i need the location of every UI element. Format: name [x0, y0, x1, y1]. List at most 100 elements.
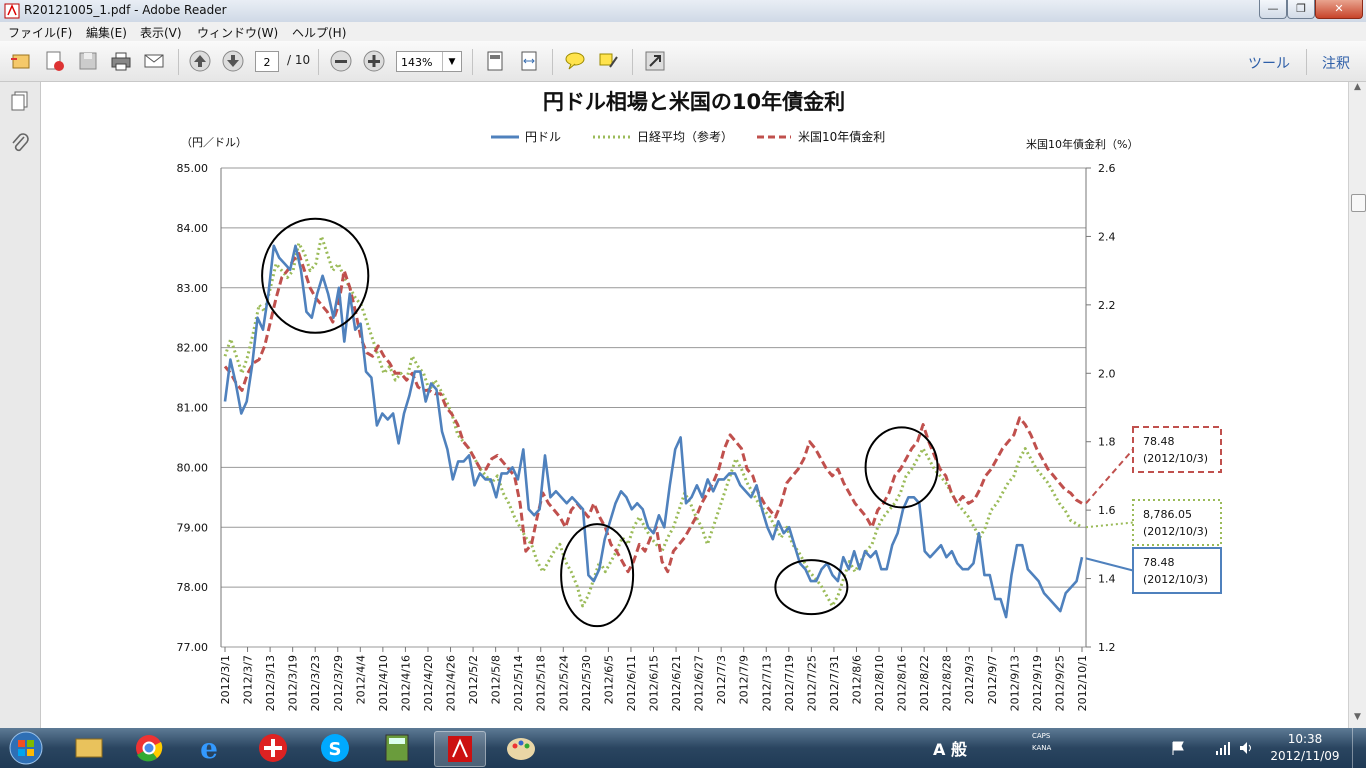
adobe-reader-taskbar-icon[interactable] — [434, 731, 486, 767]
toolbar-separator — [552, 49, 553, 75]
clock-date[interactable]: 2012/11/09 — [1270, 749, 1340, 763]
chart: 円ドル相場と米国の10年債金利 （円／ドル） 米国10年債金利（%） 円ドル 日… — [177, 90, 1222, 711]
comment-icon[interactable] — [563, 49, 587, 73]
toolbar-separator — [632, 49, 633, 75]
x-tick-label: 2012/5/18 — [535, 655, 548, 711]
kana-indicator: KANA — [1032, 744, 1052, 752]
show-desktop-button[interactable] — [1352, 728, 1366, 768]
menu-file[interactable]: ファイル(F) — [8, 24, 72, 41]
legend-yen-dollar: 円ドル — [525, 130, 561, 144]
app-red-icon[interactable] — [248, 731, 298, 765]
annotation-date: (2012/10/3) — [1143, 452, 1208, 465]
page-total-label: / 10 — [287, 53, 311, 67]
x-tick-label: 2012/7/3 — [715, 655, 728, 704]
zoom-level-value: 143% — [401, 56, 433, 69]
paint-icon[interactable] — [496, 731, 546, 765]
x-tick-label: 2012/7/25 — [805, 655, 818, 711]
minimize-button[interactable]: — — [1259, 0, 1287, 19]
x-tick-label: 2012/3/23 — [309, 655, 322, 711]
legend-us10y: 米国10年債金利 — [798, 129, 885, 144]
calc-icon[interactable] — [372, 731, 422, 765]
annotation-value: 78.48 — [1143, 556, 1175, 569]
ime-indicator[interactable]: A 般 — [933, 736, 967, 760]
x-tick-label: 2012/9/3 — [963, 655, 976, 704]
annotation-date: (2012/10/3) — [1143, 573, 1208, 586]
annotation-leader — [1085, 521, 1134, 529]
x-tick-label: 2012/7/9 — [738, 655, 751, 704]
pages-thumbnail-icon[interactable] — [9, 90, 31, 112]
page-number-input[interactable]: 2 — [255, 51, 279, 72]
chrome-icon[interactable] — [124, 731, 174, 765]
comment-pane-link[interactable]: 注釈 — [1322, 53, 1350, 73]
svg-text:S: S — [329, 739, 342, 760]
save-icon[interactable] — [76, 49, 100, 73]
menu-window[interactable]: ウィンドウ(W) — [197, 24, 278, 41]
series-line-nikkei — [223, 234, 1083, 608]
y-left-tick-label: 81.00 — [177, 402, 209, 415]
file-explorer-icon[interactable] — [64, 731, 114, 765]
y-left-tick-label: 82.00 — [177, 342, 209, 355]
email-icon[interactable] — [142, 49, 166, 73]
x-tick-label: 2012/8/16 — [896, 655, 909, 711]
windows-taskbar: e S A 般 CAPS KANA 10:38 2012/11/09 — [0, 728, 1366, 768]
next-page-icon[interactable] — [221, 49, 245, 73]
y-right-tick-label: 1.6 — [1098, 504, 1116, 517]
annotation-box — [1132, 499, 1222, 546]
expand-icon[interactable] — [643, 49, 667, 73]
clock-time[interactable]: 10:38 — [1276, 732, 1334, 746]
x-tick-label: 2012/6/5 — [602, 655, 615, 704]
print-icon[interactable] — [109, 49, 133, 73]
x-tick-label: 2012/6/11 — [625, 655, 638, 711]
vertical-scrollbar[interactable]: ▲ ▼ — [1348, 82, 1366, 728]
y-left-tick-label: 83.00 — [177, 282, 209, 295]
flag-icon[interactable] — [1170, 740, 1186, 756]
ie-icon[interactable]: e — [184, 731, 234, 765]
y-right-tick-label: 2.2 — [1098, 299, 1116, 312]
navigation-pane — [0, 82, 41, 728]
attachment-icon[interactable] — [9, 132, 31, 154]
zoom-out-icon[interactable] — [329, 49, 353, 73]
x-tick-label: 2012/4/10 — [377, 655, 390, 711]
menu-edit[interactable]: 編集(E) — [86, 24, 127, 41]
fit-page-icon[interactable] — [483, 49, 507, 73]
x-tick-label: 2012/10/1 — [1076, 655, 1089, 711]
window-title-bar: R20121005_1.pdf - Adobe Reader — ❐ ✕ — [0, 0, 1366, 23]
start-orb[interactable] — [6, 730, 46, 766]
x-tick-label: 2012/6/15 — [648, 655, 661, 711]
zoom-in-icon[interactable] — [362, 49, 386, 73]
menu-view[interactable]: 表示(V) — [140, 24, 182, 41]
chart-grid — [220, 167, 1087, 648]
y-right-tick-label: 2.0 — [1098, 367, 1116, 380]
y-left-tick-label: 78.00 — [177, 581, 209, 594]
y-right-tick-label: 1.8 — [1098, 436, 1116, 449]
x-tick-label: 2012/9/7 — [986, 655, 999, 704]
x-tick-label: 2012/9/25 — [1053, 655, 1066, 711]
annotation-value: 78.48 — [1143, 435, 1175, 448]
close-button[interactable]: ✕ — [1315, 0, 1363, 19]
highlight-icon[interactable] — [596, 49, 620, 73]
x-tick-label: 2012/5/2 — [467, 655, 480, 704]
highlight-circle — [261, 217, 370, 334]
scroll-down-icon[interactable]: ▼ — [1351, 712, 1364, 728]
scroll-thumb[interactable] — [1351, 194, 1366, 212]
y-right-tick-label: 2.4 — [1098, 230, 1116, 243]
y-left-tick-label: 85.00 — [177, 162, 209, 175]
previous-page-icon[interactable] — [188, 49, 212, 73]
x-tick-label: 2012/3/1 — [219, 655, 232, 704]
y-right-tick-label: 1.2 — [1098, 641, 1116, 654]
annotation-box — [1132, 426, 1222, 473]
skype-icon[interactable]: S — [310, 731, 360, 765]
network-icon[interactable] — [1215, 740, 1231, 756]
open-file-icon[interactable] — [9, 49, 33, 73]
scroll-up-icon[interactable]: ▲ — [1351, 82, 1364, 98]
volume-icon[interactable] — [1238, 740, 1254, 756]
toolbar-separator — [472, 49, 473, 75]
zoom-level-select[interactable]: 143% ▼ — [396, 51, 462, 72]
create-pdf-icon[interactable] — [42, 49, 66, 73]
x-tick-label: 2012/8/10 — [873, 655, 886, 711]
maximize-button[interactable]: ❐ — [1287, 0, 1315, 19]
menu-help[interactable]: ヘルプ(H) — [292, 24, 346, 41]
chevron-down-icon[interactable]: ▼ — [442, 52, 461, 71]
tools-pane-link[interactable]: ツール — [1248, 53, 1290, 73]
fit-width-icon[interactable] — [517, 49, 541, 73]
